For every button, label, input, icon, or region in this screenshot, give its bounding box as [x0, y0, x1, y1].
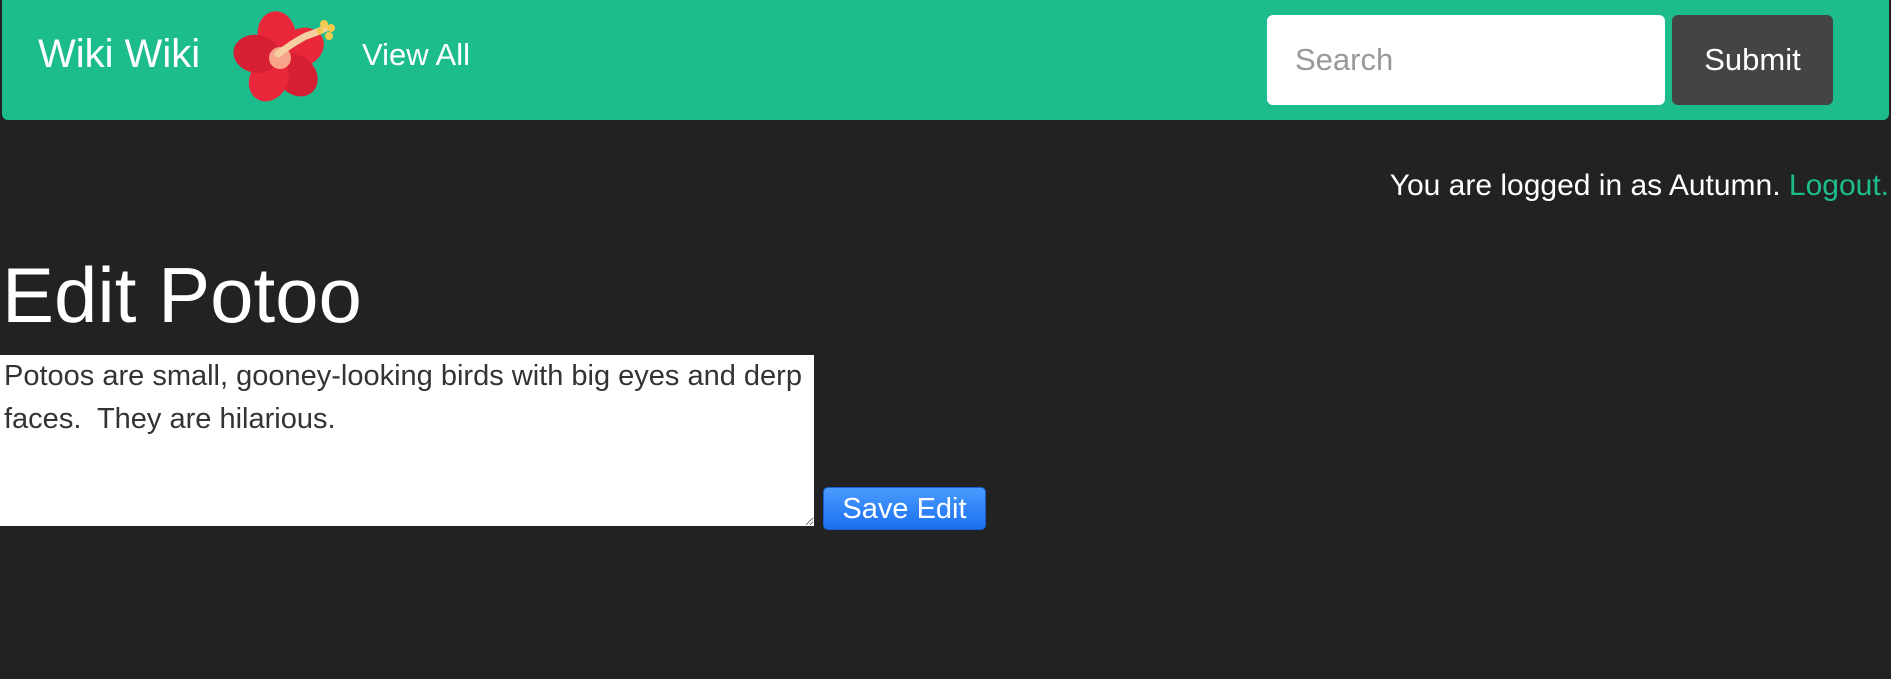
logout-link[interactable]: Logout. — [1789, 169, 1889, 202]
submit-button[interactable]: Submit — [1672, 15, 1833, 105]
login-status-text: You are logged in as Autumn. — [1389, 169, 1781, 202]
navbar: Wiki Wiki View All Submit — [2, 0, 1889, 120]
hibiscus-flower-icon — [233, 11, 335, 102]
page-title: Edit Potoo — [2, 251, 362, 339]
brand-link[interactable]: Wiki Wiki — [38, 28, 200, 80]
login-status: You are logged in as Autumn. Logout. — [1390, 163, 1889, 209]
page-content-textarea[interactable]: Potoos are small, gooney-looking birds w… — [0, 355, 814, 526]
search-input[interactable] — [1267, 15, 1665, 105]
view-all-link[interactable]: View All — [362, 32, 470, 78]
save-edit-button[interactable]: Save Edit — [823, 487, 986, 530]
